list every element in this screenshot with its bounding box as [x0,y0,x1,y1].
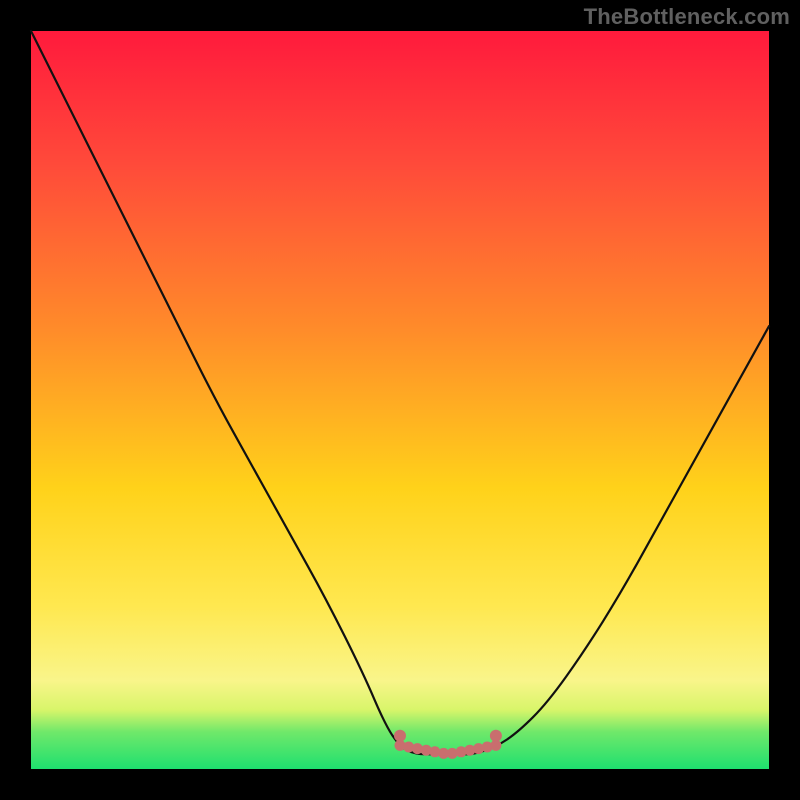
curve-layer [31,31,769,769]
flat-dot-end [490,730,502,742]
chart-frame: TheBottleneck.com [0,0,800,800]
flat-dot-end [394,730,406,742]
bottleneck-curve [31,31,769,754]
plot-area [31,31,769,769]
flat-region-dots [394,730,502,759]
watermark-text: TheBottleneck.com [584,4,790,30]
